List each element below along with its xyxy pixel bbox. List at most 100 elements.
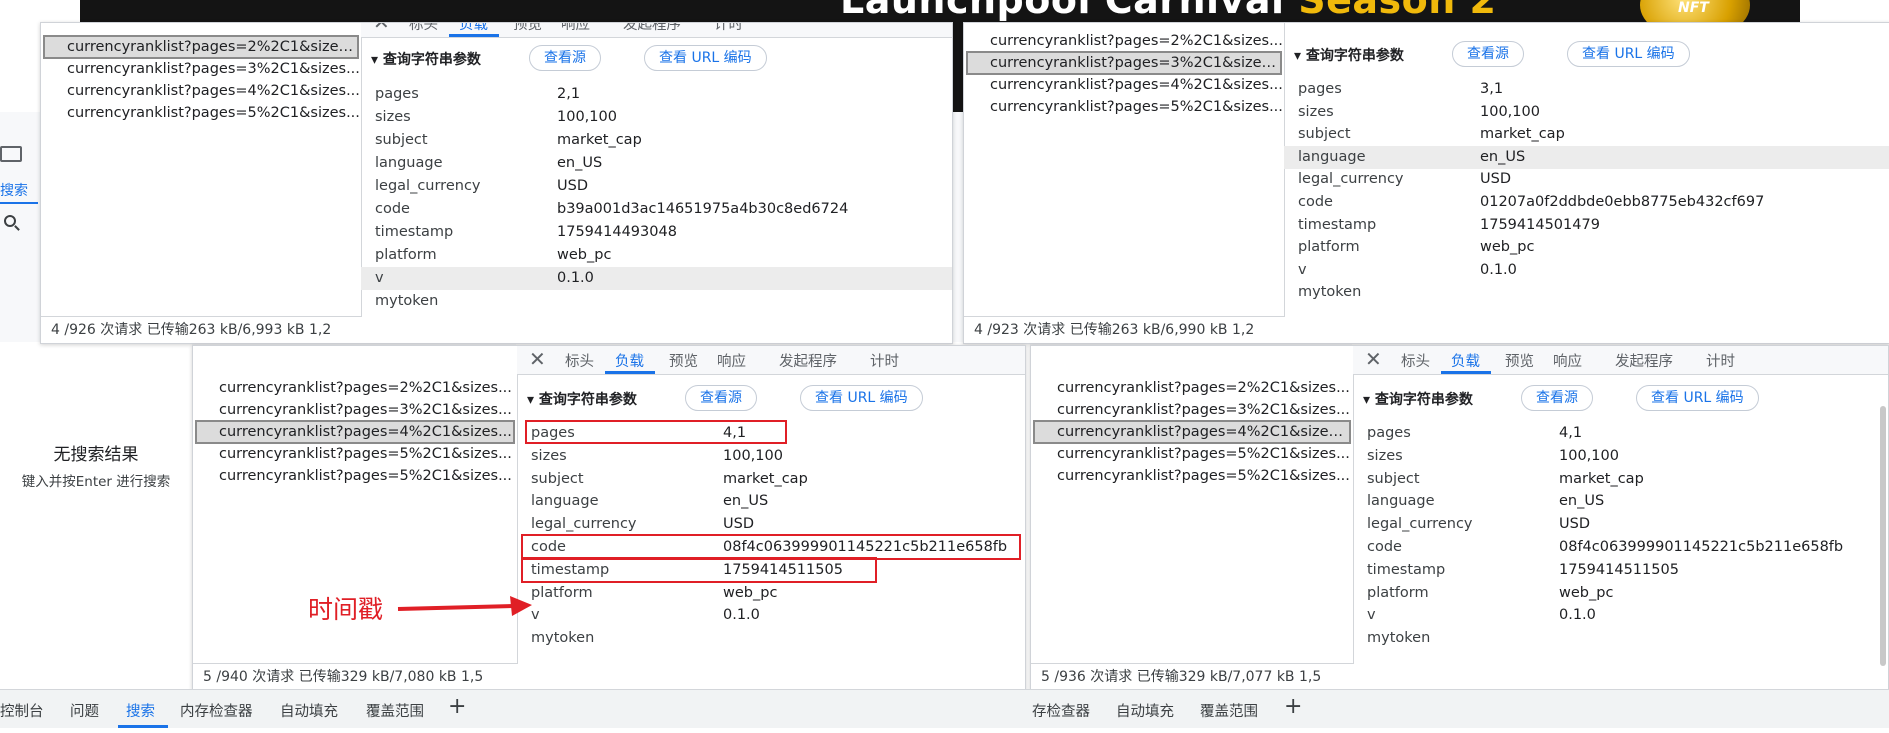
drawer-tab-console[interactable]: 控制台 (0, 700, 44, 721)
param-key: legal_currency (1367, 516, 1473, 533)
banner-title-season: Season 2 (1298, 0, 1497, 22)
tab-headers[interactable]: 标头 (565, 350, 594, 371)
request-list-item[interactable]: currencyranklist?pages=5%2C1&sizes... (195, 464, 539, 488)
view-url-encoded-button[interactable]: 查看 URL 编码 (800, 385, 923, 411)
tab-preview[interactable]: 预览 (513, 23, 542, 34)
add-tab-icon[interactable]: + (448, 694, 466, 719)
request-list-item[interactable]: currencyranklist?pages=3%2C1&sizes... (1033, 398, 1375, 422)
close-icon[interactable]: ✕ (373, 23, 390, 34)
param-key: code (1367, 539, 1402, 555)
param-row-v: v 0.1.0 (1284, 259, 1889, 282)
request-list-item[interactable]: currencyranklist?pages=5%2C1&sizes... (43, 101, 383, 125)
view-source-button[interactable]: 查看源 (1521, 385, 1593, 411)
tab-payload[interactable]: 负载 (1451, 350, 1480, 371)
tab-timing[interactable]: 计时 (870, 350, 899, 371)
request-list-item[interactable]: currencyranklist?pages=5%2C1&sizes... (195, 442, 539, 466)
banner-title-text: Launchpool Carnival (840, 0, 1299, 22)
coin-text: NFT (1678, 0, 1709, 16)
param-key: v (1298, 261, 1307, 278)
query-string-section-header[interactable]: ▾ 查询字符串参数 (371, 49, 481, 69)
param-row-v: v 0.1.0 (361, 267, 952, 290)
request-list-item[interactable]: currencyranklist?pages=5%2C1&sizes... (1033, 464, 1375, 488)
timestamp-annotation-label: 时间戳 (308, 595, 384, 624)
tab-headers[interactable]: 标头 (1401, 350, 1430, 371)
tab-timing[interactable]: 计时 (1706, 350, 1735, 371)
drawer-tab-issues[interactable]: 问题 (70, 700, 99, 721)
param-key: v (375, 270, 384, 286)
request-list-item[interactable]: currencyranklist?pages=3%2C1&sizes... (195, 398, 539, 422)
param-row-legal_currency: legal_currency USD (361, 175, 952, 198)
drawer-tab-autofill[interactable]: 自动填充 (280, 700, 338, 721)
param-key: mytoken (1367, 630, 1431, 647)
param-value: en_US (1559, 493, 1605, 510)
close-icon[interactable]: ✕ (1365, 347, 1382, 371)
search-results-pane (0, 342, 193, 689)
request-list-item[interactable]: currencyranklist?pages=5%2C1&sizes... (966, 95, 1306, 119)
param-key: language (1298, 148, 1366, 165)
query-string-section-header[interactable]: ▾ 查询字符串参数 (527, 389, 637, 409)
close-icon[interactable]: ✕ (529, 347, 546, 371)
view-source-button[interactable]: 查看源 (1452, 41, 1524, 67)
tab-payload[interactable]: 负载 (615, 350, 644, 371)
tab-preview[interactable]: 预览 (669, 350, 698, 371)
query-string-section-header[interactable]: ▾ 查询字符串参数 (1363, 389, 1473, 409)
drawer-tab-search[interactable]: 搜索 (126, 700, 155, 721)
request-list-item[interactable]: currencyranklist?pages=3%2C1&sizes... (966, 51, 1282, 75)
param-key: code (1298, 194, 1333, 210)
add-tab-icon-right[interactable]: + (1284, 694, 1302, 719)
tab-preview[interactable]: 预览 (1505, 350, 1534, 371)
tab-initiator[interactable]: 发起程序 (779, 350, 837, 371)
tab-timing[interactable]: 计时 (714, 23, 743, 34)
no-results-title: 无搜索结果 (53, 445, 139, 465)
request-list: currencyranklist?pages=2%2C1&sizes... cur… (41, 23, 362, 317)
request-list-item[interactable]: currencyranklist?pages=4%2C1&sizes... (1033, 420, 1351, 444)
view-source-button[interactable]: 查看源 (529, 45, 601, 71)
drawer-tab-memory-inspector[interactable]: 内存检查器 (180, 700, 253, 721)
inspect-element-icon[interactable] (0, 146, 22, 162)
param-key: timestamp (1298, 216, 1377, 233)
tab-response[interactable]: 响应 (561, 23, 590, 34)
request-list-item[interactable]: currencyranklist?pages=2%2C1&sizes... (1033, 376, 1375, 400)
param-row-language: language en_US (1353, 490, 1888, 513)
tab-response[interactable]: 响应 (1553, 350, 1582, 371)
param-row-platform: platform web_pc (361, 244, 952, 267)
drawer-tab-autofill-right[interactable]: 自动填充 (1116, 700, 1174, 721)
drawer-tab-coverage[interactable]: 覆盖范围 (366, 700, 424, 721)
query-string-section-header[interactable]: ▾ 查询字符串参数 (1294, 45, 1404, 65)
drawer-tab-coverage-right[interactable]: 覆盖范围 (1200, 700, 1258, 721)
request-list-item[interactable]: currencyranklist?pages=2%2C1&sizes... (195, 376, 539, 400)
request-list-item[interactable]: currencyranklist?pages=4%2C1&sizes... (43, 79, 383, 103)
param-key: subject (1367, 470, 1420, 487)
tab-headers[interactable]: 标头 (409, 23, 438, 34)
request-list-item[interactable]: currencyranklist?pages=5%2C1&sizes... (1033, 442, 1375, 466)
param-value: 1759414501479 (1480, 216, 1600, 233)
param-key: platform (1298, 239, 1360, 256)
vertical-scrollbar[interactable] (1880, 406, 1886, 666)
side-search-tab[interactable]: 搜索 (0, 180, 40, 202)
param-row-code: code b39a001d3ac14651975a4b30c8ed6724 (361, 198, 952, 221)
param-row-subject: subject market_cap (1284, 123, 1889, 146)
param-row-mytoken: mytoken (1353, 627, 1888, 650)
view-url-encoded-button[interactable]: 查看 URL 编码 (1567, 41, 1690, 67)
view-source-button[interactable]: 查看源 (685, 385, 757, 411)
tab-initiator[interactable]: 发起程序 (1615, 350, 1673, 371)
request-list-item[interactable]: currencyranklist?pages=4%2C1&sizes... (966, 73, 1306, 97)
view-url-encoded-button[interactable]: 查看 URL 编码 (644, 45, 767, 71)
param-row-platform: platform web_pc (1284, 236, 1889, 259)
request-list-item[interactable]: currencyranklist?pages=2%2C1&sizes... (43, 35, 359, 59)
request-list-item[interactable]: currencyranklist?pages=3%2C1&sizes... (43, 57, 383, 81)
tab-payload[interactable]: 负载 (459, 23, 488, 34)
tab-response[interactable]: 响应 (717, 350, 746, 371)
view-url-encoded-button[interactable]: 查看 URL 编码 (1636, 385, 1759, 411)
param-value: 100,100 (557, 109, 617, 125)
param-key: mytoken (1298, 284, 1362, 301)
param-value: en_US (557, 155, 603, 171)
request-list-item[interactable]: currencyranklist?pages=4%2C1&sizes... (195, 420, 515, 444)
drawer-tab-memory-inspector-right[interactable]: 存检查器 (1032, 700, 1090, 721)
active-tab-underline (449, 34, 499, 37)
active-tab-underline (1441, 371, 1491, 374)
request-list-item[interactable]: currencyranklist?pages=2%2C1&sizes... (966, 29, 1306, 53)
tab-initiator[interactable]: 发起程序 (623, 23, 681, 34)
pages-highlight-box (525, 420, 787, 444)
param-key: v (1367, 607, 1376, 624)
